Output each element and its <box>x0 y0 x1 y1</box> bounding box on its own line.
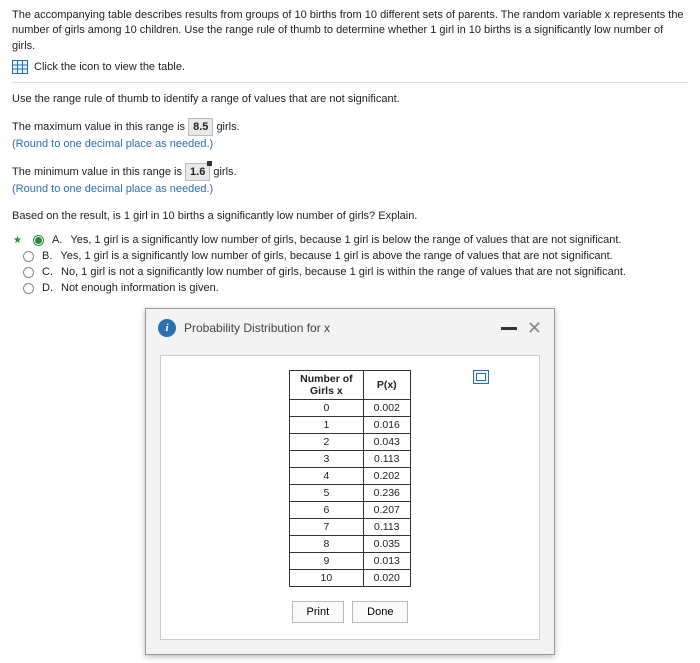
radio-a[interactable] <box>33 235 44 246</box>
problem-intro: The accompanying table describes results… <box>12 8 688 54</box>
cell-px: 0.043 <box>363 434 410 451</box>
option-c-text: No, 1 girl is not a significantly low nu… <box>61 266 626 278</box>
distribution-modal: i Probability Distribution for x ✕ <box>145 308 555 655</box>
table-row: 00.002 <box>290 400 411 417</box>
cell-x: 9 <box>290 553 364 570</box>
col-header-girls: Number of Girls x <box>290 371 364 400</box>
round-hint-min: (Round to one decimal place as needed.) <box>12 183 213 195</box>
max-value-input[interactable]: 8.5 <box>188 118 213 137</box>
cell-px: 0.236 <box>363 485 410 502</box>
range-prompt: Use the range rule of thumb to identify … <box>12 91 688 108</box>
view-table-link[interactable]: Click the icon to view the table. <box>34 61 185 73</box>
table-row: 90.013 <box>290 553 411 570</box>
table-row: 60.207 <box>290 502 411 519</box>
cell-x: 6 <box>290 502 364 519</box>
print-button[interactable]: Print <box>292 601 345 623</box>
cell-x: 8 <box>290 536 364 553</box>
table-icon[interactable] <box>12 60 28 74</box>
round-hint-max: (Round to one decimal place as needed.) <box>12 138 213 150</box>
table-row: 50.236 <box>290 485 411 502</box>
answer-options: ★ A. Yes, 1 girl is a significantly low … <box>12 234 688 294</box>
copy-icon[interactable] <box>473 370 489 384</box>
minimize-icon[interactable] <box>501 327 517 330</box>
cell-x: 10 <box>290 570 364 587</box>
cell-px: 0.016 <box>363 417 410 434</box>
radio-b[interactable] <box>23 251 34 262</box>
cell-px: 0.002 <box>363 400 410 417</box>
table-row: 100.020 <box>290 570 411 587</box>
table-row: 40.202 <box>290 468 411 485</box>
cell-x: 0 <box>290 400 364 417</box>
cell-x: 7 <box>290 519 364 536</box>
cell-x: 4 <box>290 468 364 485</box>
cell-px: 0.202 <box>363 468 410 485</box>
table-row: 70.113 <box>290 519 411 536</box>
min-value-input[interactable]: 1.6 <box>185 163 210 182</box>
info-icon: i <box>158 319 176 337</box>
modal-title: Probability Distribution for x <box>184 321 330 335</box>
done-button[interactable]: Done <box>352 601 408 623</box>
table-row: 10.016 <box>290 417 411 434</box>
option-letter: A. <box>52 234 62 246</box>
close-icon[interactable]: ✕ <box>527 319 542 337</box>
cell-px: 0.113 <box>363 451 410 468</box>
divider <box>12 82 688 83</box>
cell-px: 0.013 <box>363 553 410 570</box>
min-pre: The minimum value in this range is <box>12 166 185 178</box>
cell-x: 5 <box>290 485 364 502</box>
option-d-text: Not enough information is given. <box>61 282 219 294</box>
option-letter: B. <box>42 250 52 262</box>
table-row: 30.113 <box>290 451 411 468</box>
table-row: 20.043 <box>290 434 411 451</box>
max-pre: The maximum value in this range is <box>12 121 188 133</box>
option-b-text: Yes, 1 girl is a significantly low numbe… <box>60 250 612 262</box>
cell-x: 3 <box>290 451 364 468</box>
option-letter: C. <box>42 266 53 278</box>
cell-px: 0.207 <box>363 502 410 519</box>
col-header-px: P(x) <box>363 371 410 400</box>
cell-x: 2 <box>290 434 364 451</box>
radio-c[interactable] <box>23 267 34 278</box>
cell-px: 0.113 <box>363 519 410 536</box>
min-post: girls. <box>213 166 236 178</box>
option-letter: D. <box>42 282 53 294</box>
cell-x: 1 <box>290 417 364 434</box>
radio-d[interactable] <box>23 283 34 294</box>
explain-question: Based on the result, is 1 girl in 10 bir… <box>12 208 688 225</box>
cell-px: 0.035 <box>363 536 410 553</box>
option-a-text: Yes, 1 girl is a significantly low numbe… <box>70 234 621 246</box>
selected-star-icon: ★ <box>13 235 22 246</box>
cell-px: 0.020 <box>363 570 410 587</box>
table-row: 80.035 <box>290 536 411 553</box>
max-post: girls. <box>216 121 239 133</box>
probability-table: Number of Girls x P(x) 00.00210.01620.04… <box>289 370 411 587</box>
